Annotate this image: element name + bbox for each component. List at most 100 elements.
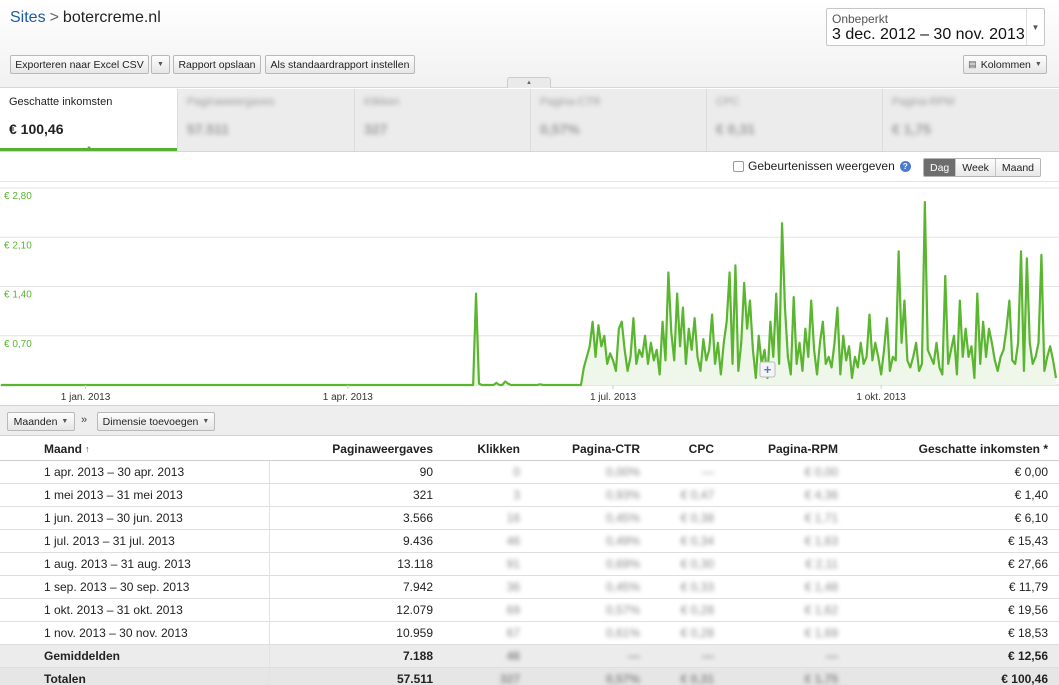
cell-estimated-earnings: € 15,43 <box>845 530 1048 552</box>
collapse-toolbar-toggle[interactable]: ▲ <box>507 77 551 88</box>
cell-value-cpc: € 0,33 <box>680 580 714 594</box>
cell-value-page-ctr: 0,00% <box>605 465 640 479</box>
cell-month: 1 nov. 2013 – 30 nov. 2013 <box>44 622 269 644</box>
show-events-checkbox[interactable] <box>733 160 744 172</box>
table-row[interactable]: 1 apr. 2013 – 30 apr. 2013 90 0 0,00% — € 0,0… <box>0 461 1059 484</box>
table-row[interactable]: 1 nov. 2013 – 30 nov. 2013 10.959 67 0,61% €… <box>0 622 1059 645</box>
cell-value-page-ctr: 0,57% <box>605 672 640 685</box>
add-annotation-icon[interactable]: + <box>759 361 776 378</box>
cell-value-estimated-earnings: € 0,00 <box>1014 465 1048 479</box>
cell-value-cpc: € 0,31 <box>680 672 714 685</box>
cell-value-clicks: 327 <box>499 672 520 685</box>
average-row[interactable]: Gemiddelden 7.188 46 — — — € 12,56 <box>0 645 1059 668</box>
cell-value-estimated-earnings: € 12,56 <box>1007 649 1048 663</box>
cell-value-pageviews: 10.959 <box>396 626 433 640</box>
cell-month: 1 aug. 2013 – 31 aug. 2013 <box>44 553 269 575</box>
show-events-control[interactable]: Gebeurtenissen weergeven ? <box>733 159 911 173</box>
save-report-button[interactable]: Rapport opslaan <box>173 55 261 74</box>
chevron-down-icon[interactable]: ▼ <box>1026 9 1044 45</box>
cell-page-ctr: 0,57% <box>528 599 640 621</box>
column-header-cpc[interactable]: CPC <box>647 437 714 460</box>
cell-page-rpm: — <box>720 645 838 667</box>
metric-name: Pagina-CTR <box>540 96 601 108</box>
table-row[interactable]: 1 jul. 2013 – 31 jul. 2013 9.436 46 0,49% € … <box>0 530 1059 553</box>
chevron-down-icon: ▼ <box>1034 61 1042 68</box>
cell-value-estimated-earnings: € 27,66 <box>1007 557 1048 571</box>
granularity-day-button[interactable]: Dag <box>924 159 956 176</box>
cell-value-estimated-earnings: € 100,46 <box>1001 672 1048 685</box>
metric-tab-pageviews[interactable]: Paginaweergaves 57.511 <box>177 89 354 151</box>
cell-clicks: 3 <box>440 484 520 506</box>
table-row[interactable]: 1 sep. 2013 – 30 sep. 2013 7.942 36 0,45% € … <box>0 576 1059 599</box>
header-label-month: Maand <box>44 441 83 456</box>
y-tick-label: € 2,10 <box>4 240 32 251</box>
chevron-down-icon: ▼ <box>157 61 164 68</box>
cell-value-clicks: 69 <box>506 603 520 617</box>
cell-cpc: € 0,34 <box>647 530 714 552</box>
columns-button[interactable]: ▤ Kolommen ▼ <box>963 55 1047 74</box>
metric-tab-page-rpm[interactable]: Pagina-RPM € 1,75 <box>882 89 1059 151</box>
cell-value-clicks: 91 <box>506 557 520 571</box>
chevron-up-icon: ▲ <box>526 80 532 86</box>
table-row[interactable]: 1 mei 2013 – 31 mei 2013 321 3 0,93% € 0,47 €… <box>0 484 1059 507</box>
cell-value-pageviews: 3.566 <box>402 511 433 525</box>
metric-value: € 1,75 <box>892 121 931 137</box>
show-events-label: Gebeurtenissen weergeven <box>748 159 895 173</box>
cell-estimated-earnings: € 6,10 <box>845 507 1048 529</box>
granularity-month-button[interactable]: Maand <box>994 159 1041 176</box>
date-range-picker[interactable]: Onbeperkt 3 dec. 2012 – 30 nov. 2013 ▼ <box>826 8 1045 46</box>
cell-estimated-earnings: € 11,79 <box>845 576 1048 598</box>
cell-value-pageviews: 7.188 <box>402 649 433 663</box>
cell-clicks: 46 <box>440 530 520 552</box>
group-by-months-dropdown[interactable]: Maanden ▼ <box>7 412 75 431</box>
column-header-page-ctr[interactable]: Pagina-CTR <box>528 437 640 460</box>
cell-value-cpc: € 0,38 <box>680 511 714 525</box>
add-dimension-dropdown[interactable]: Dimensie toevoegen ▼ <box>97 412 215 431</box>
cell-pageviews: 10.959 <box>275 622 433 644</box>
cell-page-ctr: 0,00% <box>528 461 640 483</box>
set-default-label: Als standaardrapport instellen <box>270 58 410 71</box>
column-header-estimated-earnings[interactable]: Geschatte inkomsten * <box>845 437 1048 460</box>
cell-cpc: € 0,30 <box>647 553 714 575</box>
cell-value-pageviews: 7.942 <box>402 580 433 594</box>
cell-page-rpm: € 1,75 <box>720 668 838 685</box>
cell-estimated-earnings: € 18,53 <box>845 622 1048 644</box>
metric-name: Pagina-RPM <box>892 96 955 108</box>
cell-cpc: — <box>647 645 714 667</box>
column-header-month[interactable]: Maand ↑ <box>44 437 269 460</box>
table-row[interactable]: 1 aug. 2013 – 31 aug. 2013 13.118 91 0,69% €… <box>0 553 1059 576</box>
cell-value-clicks: 46 <box>506 649 520 663</box>
date-range-label: Onbeperkt <box>832 12 889 26</box>
granularity-week-button[interactable]: Week <box>955 159 995 176</box>
set-default-report-button[interactable]: Als standaardrapport instellen <box>265 55 415 74</box>
cell-value-pageviews: 57.511 <box>396 672 433 685</box>
metric-name: CPC <box>716 96 740 108</box>
column-header-clicks[interactable]: Klikken <box>440 437 520 460</box>
metric-tab-estimated-earnings[interactable]: Geschatte inkomsten € 100,46 <box>0 89 177 151</box>
cell-page-rpm: € 2,11 <box>720 553 838 575</box>
table-row[interactable]: 1 jun. 2013 – 30 jun. 2013 3.566 16 0,45% € … <box>0 507 1059 530</box>
table-row[interactable]: 1 okt. 2013 – 31 okt. 2013 12.079 69 0,57% €… <box>0 599 1059 622</box>
help-icon[interactable]: ? <box>899 160 911 172</box>
cell-page-ctr: 0,49% <box>528 530 640 552</box>
cell-value-cpc: € 0,30 <box>680 557 714 571</box>
y-tick-label: € 0,70 <box>4 339 32 350</box>
metric-value: 57.511 <box>187 121 230 137</box>
total-row[interactable]: Totalen 57.511 327 0,57% € 0,31 € 1,75 € 100,4… <box>0 668 1059 685</box>
metric-tab-clicks[interactable]: Klikken 327 <box>354 89 530 151</box>
granularity-toggle: Dag Week Maand <box>923 158 1042 177</box>
metric-value: € 100,46 <box>9 121 64 137</box>
cell-month: 1 okt. 2013 – 31 okt. 2013 <box>44 599 269 621</box>
cell-page-rpm: € 1,62 <box>720 599 838 621</box>
breadcrumb-sites-link[interactable]: Sites <box>10 9 46 26</box>
export-csv-label: Exporteren naar Excel CSV <box>15 58 144 71</box>
export-csv-button[interactable]: Exporteren naar Excel CSV <box>10 55 149 74</box>
breadcrumb-current: botercreme.nl <box>62 9 161 26</box>
x-tick-label: 1 jul. 2013 <box>590 392 637 403</box>
cell-clicks: 0 <box>440 461 520 483</box>
metric-tab-page-ctr[interactable]: Pagina-CTR 0,57% <box>530 89 706 151</box>
column-header-pageviews[interactable]: Paginaweergaves <box>275 437 433 460</box>
metric-tab-cpc[interactable]: CPC € 0,31 <box>706 89 882 151</box>
export-dropdown-button[interactable]: ▼ <box>151 55 170 74</box>
column-header-page-rpm[interactable]: Pagina-RPM <box>720 437 838 460</box>
